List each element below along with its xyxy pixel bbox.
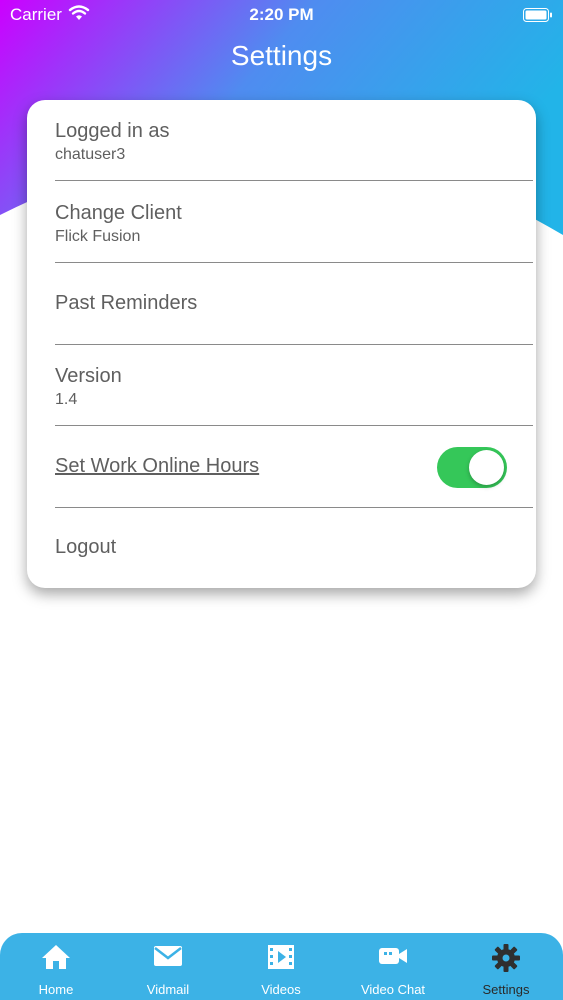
change-client-row[interactable]: Change Client Flick Fusion (55, 182, 533, 263)
tab-videos-label: Videos (261, 982, 301, 997)
video-camera-icon (337, 943, 449, 973)
logout-label: Logout (55, 536, 117, 558)
film-icon (225, 943, 337, 973)
logged-in-label: Logged in as (55, 120, 170, 142)
work-hours-toggle[interactable] (437, 447, 507, 488)
home-icon (0, 943, 112, 973)
settings-card: Logged in as chatuser3 Change Client Fli… (27, 100, 536, 588)
tab-video-chat-label: Video Chat (360, 982, 426, 997)
client-value: Flick Fusion (55, 228, 141, 245)
tab-vidmail[interactable]: Vidmail (112, 933, 224, 1000)
status-time: 2:20 PM (249, 5, 314, 24)
tab-video-chat[interactable]: Video Chat (337, 933, 449, 1000)
gear-icon (450, 943, 562, 973)
tab-home[interactable]: Home (0, 933, 112, 1000)
version-row: Version 1.4 (55, 345, 533, 426)
tab-settings[interactable]: Settings (450, 933, 562, 1000)
logout-row[interactable]: Logout (55, 508, 533, 588)
page-title: Settings (230, 40, 333, 71)
logged-in-value: chatuser3 (55, 146, 126, 163)
toggle-knob (469, 450, 504, 485)
change-client-label: Change Client (55, 202, 182, 224)
version-value: 1.4 (55, 391, 78, 408)
past-reminders-row[interactable]: Past Reminders (55, 264, 533, 345)
past-reminders-label: Past Reminders (55, 292, 198, 314)
tab-videos[interactable]: Videos (225, 933, 337, 1000)
envelope-icon (112, 943, 224, 973)
logged-in-row: Logged in as chatuser3 (55, 100, 533, 181)
set-work-online-hours-link[interactable]: Set Work Online Hours (55, 455, 259, 478)
battery-icon (523, 7, 552, 22)
tab-bar: Home Vidmail Videos Video Chat Settings (0, 933, 563, 1000)
tab-vidmail-label: Vidmail (146, 982, 190, 997)
tab-home-label: Home (38, 982, 74, 997)
work-hours-row: Set Work Online Hours (55, 427, 533, 508)
tab-settings-label: Settings (482, 982, 530, 997)
status-bar: Carrier 2:20 PM (0, 0, 563, 28)
version-label: Version (55, 365, 122, 387)
